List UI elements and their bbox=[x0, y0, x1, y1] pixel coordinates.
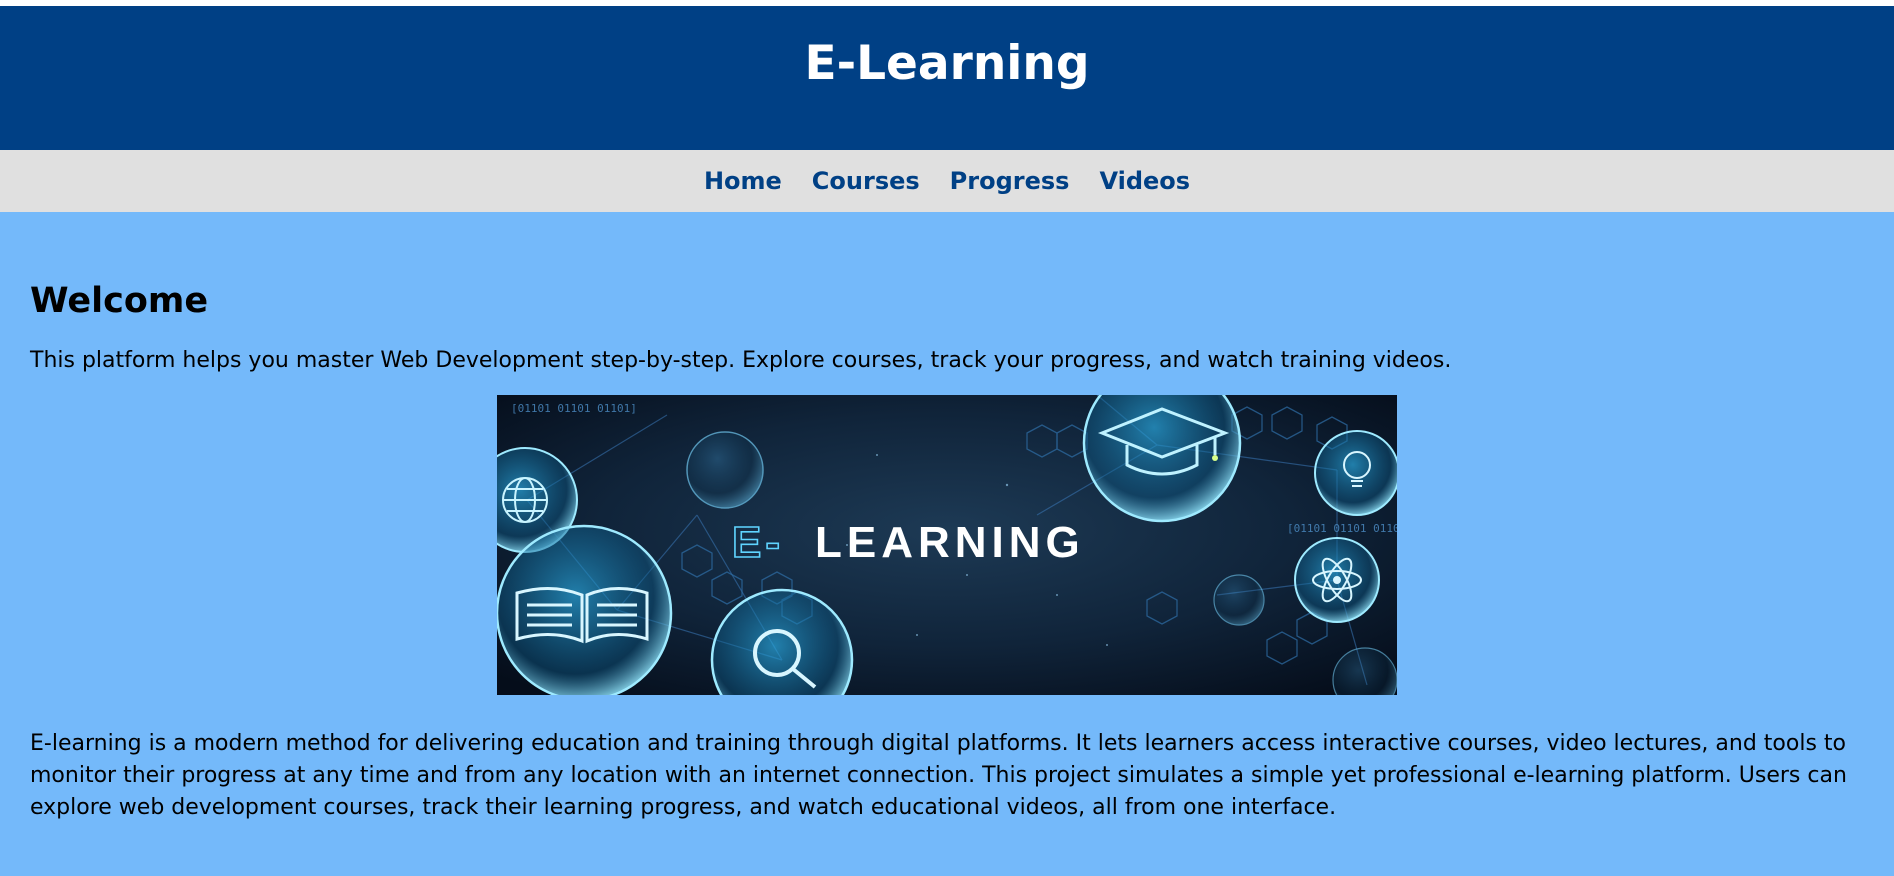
banner-text-solid: LEARNING bbox=[815, 518, 1085, 567]
intro-text: This platform helps you master Web Devel… bbox=[30, 348, 1452, 373]
nav-link-progress[interactable]: Progress bbox=[950, 167, 1070, 195]
banner-binary-label-2: [01101 01101 01101] bbox=[1287, 522, 1397, 535]
banner-binary-label-1: [01101 01101 01101] bbox=[511, 402, 637, 415]
e-learning-banner-image: [01101 01101 01101] [01101 01101 01101] bbox=[497, 395, 1397, 695]
banner-container: [01101 01101 01101] [01101 01101 01101] bbox=[30, 395, 1864, 695]
description-text: E-learning is a modern method for delive… bbox=[30, 731, 1847, 820]
nav-link-courses[interactable]: Courses bbox=[812, 167, 920, 195]
site-header: E-Learning bbox=[0, 6, 1894, 150]
main-nav: Home Courses Progress Videos bbox=[0, 150, 1894, 212]
banner-text-outline: E- bbox=[732, 518, 784, 567]
site-title: E-Learning bbox=[804, 36, 1090, 91]
welcome-heading: Welcome bbox=[30, 281, 209, 321]
nav-link-home[interactable]: Home bbox=[704, 167, 782, 195]
nav-link-videos[interactable]: Videos bbox=[1099, 167, 1190, 195]
main-content: Welcome This platform helps you master W… bbox=[0, 212, 1894, 824]
